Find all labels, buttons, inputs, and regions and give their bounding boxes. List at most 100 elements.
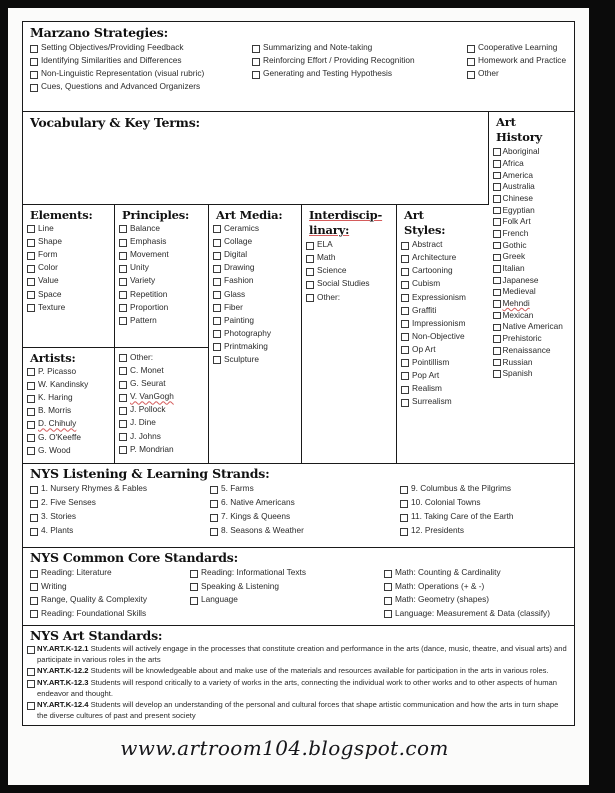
- art-history-item[interactable]: Mehndi: [493, 298, 571, 309]
- checkbox-icon[interactable]: [30, 44, 38, 53]
- checkbox-icon[interactable]: [119, 354, 127, 363]
- checkbox-icon[interactable]: [401, 359, 409, 368]
- element-item[interactable]: Value: [27, 275, 112, 287]
- checkbox-icon[interactable]: [384, 583, 392, 592]
- art-media-item[interactable]: Photography: [213, 328, 299, 340]
- marzano-strategy-item[interactable]: Other: [467, 68, 566, 80]
- art-history-item[interactable]: Japanese: [493, 275, 571, 286]
- checkbox-icon[interactable]: [27, 394, 35, 403]
- checkbox-icon[interactable]: [119, 406, 127, 415]
- marzano-strategy-item[interactable]: Setting Objectives/Providing Feedback: [30, 42, 252, 54]
- art-style-item[interactable]: Realism: [401, 383, 487, 395]
- checkbox-icon[interactable]: [493, 276, 501, 285]
- art-style-item[interactable]: Cubism: [401, 278, 487, 290]
- common-core-item[interactable]: Math: Counting & Cardinality: [384, 567, 550, 578]
- art-style-item[interactable]: Graffiti: [401, 305, 487, 317]
- checkbox-icon[interactable]: [119, 264, 127, 273]
- checkbox-icon[interactable]: [30, 83, 38, 92]
- checkbox-icon[interactable]: [493, 183, 501, 191]
- listening-strand-item[interactable]: 3. Stories: [30, 511, 210, 522]
- checkbox-icon[interactable]: [119, 251, 127, 260]
- element-item[interactable]: Line: [27, 223, 112, 235]
- checkbox-icon[interactable]: [400, 513, 408, 522]
- listening-strand-item[interactable]: 6. Native Americans: [210, 497, 400, 508]
- art-history-item[interactable]: Aboriginal: [493, 146, 571, 157]
- common-core-item[interactable]: Math: Geometry (shapes): [384, 594, 550, 605]
- artists-other-row[interactable]: Other:: [119, 352, 206, 364]
- checkbox-icon[interactable]: [401, 320, 409, 329]
- art-history-item[interactable]: Italian: [493, 263, 571, 274]
- checkbox-icon[interactable]: [306, 254, 314, 263]
- marzano-strategy-item[interactable]: Cooperative Learning: [467, 42, 566, 54]
- checkbox-icon[interactable]: [306, 293, 314, 302]
- artist-item[interactable]: D. Chihuly: [27, 418, 112, 430]
- checkbox-icon[interactable]: [119, 393, 127, 402]
- artist-item[interactable]: G. O'Keeffe: [27, 432, 112, 444]
- checkbox-icon[interactable]: [401, 398, 409, 407]
- checkbox-icon[interactable]: [27, 420, 35, 429]
- checkbox-icon[interactable]: [493, 323, 501, 332]
- checkbox-icon[interactable]: [493, 241, 501, 250]
- checkbox-icon[interactable]: [401, 333, 409, 342]
- checkbox-icon[interactable]: [213, 304, 221, 313]
- art-style-item[interactable]: Pop Art: [401, 370, 487, 382]
- principle-item[interactable]: Repetition: [119, 289, 206, 301]
- listening-strand-item[interactable]: 12. Presidents: [400, 525, 514, 536]
- art-style-item[interactable]: Impressionism: [401, 318, 487, 330]
- element-item[interactable]: Form: [27, 249, 112, 261]
- checkbox-icon[interactable]: [493, 230, 501, 238]
- listening-strand-item[interactable]: 7. Kings & Queens: [210, 511, 400, 522]
- checkbox-icon[interactable]: [213, 317, 221, 326]
- checkbox-icon[interactable]: [119, 432, 127, 441]
- checkbox-icon[interactable]: [27, 304, 35, 313]
- checkbox-icon[interactable]: [27, 381, 35, 390]
- checkbox-icon[interactable]: [119, 419, 127, 428]
- art-standard-item[interactable]: NY.ART.K-12.4 Students will develop an u…: [27, 700, 568, 721]
- checkbox-icon[interactable]: [493, 288, 501, 297]
- art-media-item[interactable]: Fashion: [213, 275, 299, 287]
- checkbox-icon[interactable]: [493, 218, 501, 226]
- common-core-item[interactable]: Reading: Informational Texts: [190, 567, 384, 578]
- principle-item[interactable]: Emphasis: [119, 236, 206, 248]
- common-core-item[interactable]: Math: Operations (+ & -): [384, 581, 550, 592]
- checkbox-icon[interactable]: [213, 251, 221, 260]
- principle-item[interactable]: Movement: [119, 249, 206, 261]
- checkbox-icon[interactable]: [119, 225, 127, 234]
- checkbox-icon[interactable]: [27, 407, 35, 416]
- artist-item[interactable]: W. Kandinsky: [27, 379, 112, 391]
- marzano-strategy-item[interactable]: Generating and Testing Hypothesis: [252, 68, 467, 80]
- checkbox-icon[interactable]: [27, 368, 35, 377]
- artist-item[interactable]: C. Monet: [119, 365, 206, 377]
- checkbox-icon[interactable]: [306, 280, 314, 289]
- artist-item[interactable]: B. Morris: [27, 405, 112, 417]
- checkbox-icon[interactable]: [213, 356, 221, 365]
- checkbox-icon[interactable]: [401, 346, 409, 355]
- art-history-item[interactable]: Prehistoric: [493, 333, 571, 344]
- checkbox-icon[interactable]: [467, 57, 475, 66]
- checkbox-icon[interactable]: [252, 44, 260, 53]
- checkbox-icon[interactable]: [30, 485, 38, 494]
- art-media-item[interactable]: Glass: [213, 289, 299, 301]
- art-history-item[interactable]: French: [493, 228, 571, 239]
- checkbox-icon[interactable]: [210, 499, 218, 508]
- principle-item[interactable]: Pattern: [119, 315, 206, 327]
- artist-item[interactable]: J. Dine: [119, 417, 206, 429]
- listening-strand-item[interactable]: 5. Farms: [210, 483, 400, 494]
- checkbox-icon[interactable]: [27, 702, 35, 711]
- art-media-item[interactable]: Fiber: [213, 302, 299, 314]
- checkbox-icon[interactable]: [493, 370, 501, 378]
- checkbox-icon[interactable]: [400, 527, 408, 536]
- element-item[interactable]: Shape: [27, 236, 112, 248]
- principle-item[interactable]: Proportion: [119, 302, 206, 314]
- checkbox-icon[interactable]: [493, 265, 501, 273]
- checkbox-icon[interactable]: [27, 433, 35, 442]
- checkbox-icon[interactable]: [119, 304, 127, 313]
- art-history-item[interactable]: Africa: [493, 158, 571, 169]
- listening-strand-item[interactable]: 9. Columbus & the Pilgrims: [400, 483, 514, 494]
- checkbox-icon[interactable]: [213, 330, 221, 339]
- principle-item[interactable]: Variety: [119, 275, 206, 287]
- art-media-item[interactable]: Drawing: [213, 262, 299, 274]
- checkbox-icon[interactable]: [252, 57, 260, 66]
- listening-strand-item[interactable]: 1. Nursery Rhymes & Fables: [30, 483, 210, 494]
- checkbox-icon[interactable]: [401, 293, 409, 302]
